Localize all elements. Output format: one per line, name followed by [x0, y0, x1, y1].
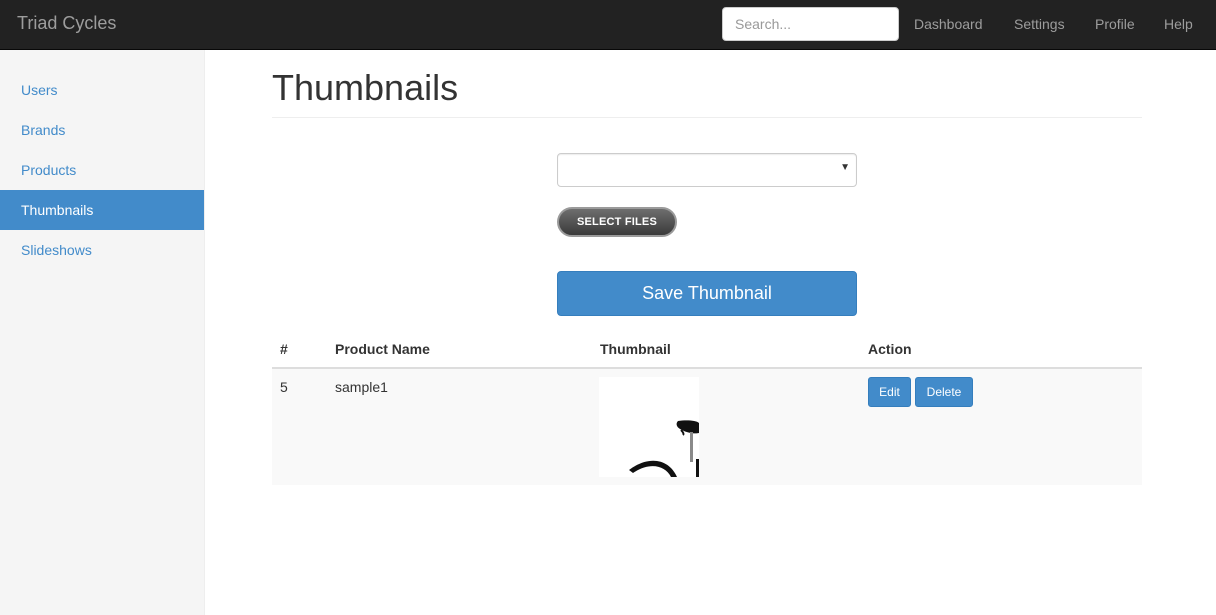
- search-input[interactable]: [722, 7, 899, 41]
- sidebar-item-products[interactable]: Products: [0, 150, 204, 190]
- row-id: 5: [280, 379, 288, 395]
- chevron-down-icon: ▼: [840, 162, 850, 173]
- table-header-thumbnail: Thumbnail: [600, 341, 671, 357]
- nav-profile-link[interactable]: Profile: [1095, 16, 1135, 32]
- table-header-action: Action: [868, 341, 912, 357]
- select-files-button[interactable]: SELECT FILES: [557, 207, 677, 237]
- edit-button[interactable]: Edit: [868, 377, 911, 407]
- delete-button[interactable]: Delete: [915, 377, 973, 407]
- nav-help-link[interactable]: Help: [1164, 16, 1193, 32]
- sidebar-item-thumbnails[interactable]: Thumbnails: [0, 190, 204, 230]
- page-title: Thumbnails: [272, 67, 459, 108]
- table-header-product-name: Product Name: [335, 341, 430, 357]
- sidebar-item-slideshows[interactable]: Slideshows: [0, 230, 204, 270]
- title-divider: [272, 117, 1142, 118]
- sidebar: Users Brands Products Thumbnails Slidesh…: [0, 50, 205, 615]
- save-thumbnail-button[interactable]: Save Thumbnail: [557, 271, 857, 316]
- brand-link[interactable]: Triad Cycles: [17, 13, 116, 34]
- sidebar-item-users[interactable]: Users: [0, 70, 204, 110]
- sidebar-item-brands[interactable]: Brands: [0, 110, 204, 150]
- product-select[interactable]: ▼: [557, 153, 857, 187]
- table-row: [272, 369, 1142, 485]
- bicycle-thumbnail-icon: [599, 377, 699, 477]
- nav-settings-link[interactable]: Settings: [1014, 16, 1065, 32]
- row-product-name: sample1: [335, 379, 388, 395]
- top-navbar: Triad Cycles Dashboard Settings Profile …: [0, 0, 1216, 50]
- table-header-number: #: [280, 341, 288, 357]
- nav-dashboard-link[interactable]: Dashboard: [914, 16, 983, 32]
